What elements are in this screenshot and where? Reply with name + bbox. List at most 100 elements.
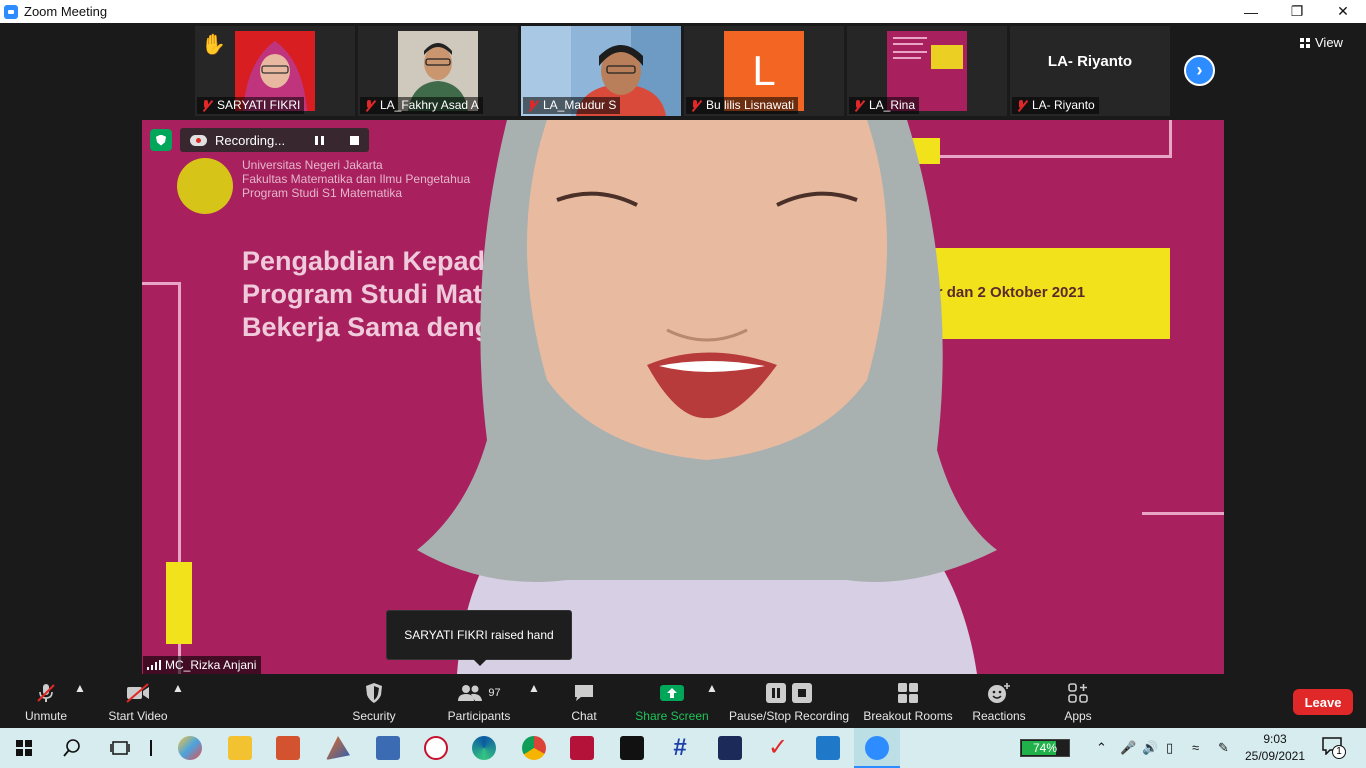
battery-percent: 74%	[1032, 741, 1058, 755]
raised-hand-notification[interactable]: SARYATI FIKRI raised hand	[386, 610, 572, 666]
breakout-rooms-button[interactable]: Breakout Rooms	[863, 681, 953, 723]
audio-options-caret-icon[interactable]: ▲	[74, 681, 86, 695]
speaker-person	[417, 120, 997, 674]
microphone-tray-icon[interactable]: 🎤	[1120, 740, 1136, 756]
paint-app-icon[interactable]	[178, 736, 202, 760]
battery-indicator[interactable]: 74%	[1020, 739, 1070, 757]
share-screen-button[interactable]: Share Screen	[634, 681, 710, 723]
muted-mic-icon	[853, 100, 863, 111]
reactions-smiley-icon	[988, 683, 1010, 703]
speaker-name: MC_Rizka Anjani	[165, 658, 257, 672]
security-label: Security	[352, 709, 396, 723]
view-button[interactable]: View	[1300, 35, 1343, 50]
windows-taskbar: # ✓	[0, 728, 1366, 768]
muted-mic-icon	[364, 100, 374, 111]
chat-button[interactable]: Chat	[566, 681, 602, 723]
video-player-icon[interactable]	[816, 736, 840, 760]
mendeley-icon[interactable]	[570, 736, 594, 760]
reactions-label: Reactions	[972, 709, 1026, 723]
participant-tile[interactable]: LA_Maudur S	[521, 26, 681, 116]
notifications-button[interactable]: 1	[1322, 737, 1346, 759]
start-video-button[interactable]: Start Video	[104, 681, 172, 723]
speaker-name-label: MC_Rizka Anjani	[143, 656, 262, 674]
share-options-caret-icon[interactable]: ▲	[706, 681, 718, 695]
edge-browser-icon[interactable]	[472, 736, 496, 760]
powerpoint-icon[interactable]	[276, 736, 300, 760]
leave-button[interactable]: Leave	[1293, 689, 1353, 715]
participants-icon	[458, 685, 483, 701]
university-logo	[177, 158, 233, 214]
search-icon[interactable]	[62, 738, 82, 758]
recording-label: Recording...	[215, 132, 286, 148]
participant-tile[interactable]: LA_Rina	[847, 26, 1007, 116]
windows-start-icon[interactable]	[16, 740, 32, 756]
participants-options-caret-icon[interactable]: ▲	[528, 681, 540, 695]
slide-decoration	[1142, 512, 1224, 515]
notification-count-badge: 1	[1332, 745, 1346, 759]
wifi-icon[interactable]: ≈	[1192, 740, 1199, 755]
system-clock[interactable]: 9:03 25/09/2021	[1244, 731, 1306, 765]
close-button[interactable]: ✕	[1320, 0, 1366, 23]
hash-app-icon[interactable]: #	[668, 736, 692, 760]
encryption-shield-icon[interactable]	[150, 129, 172, 151]
zoom-taskbar-button[interactable]	[854, 728, 900, 768]
app-icon[interactable]	[376, 736, 400, 760]
clock-time: 9:03	[1263, 732, 1287, 746]
intellij-icon[interactable]	[620, 736, 644, 760]
app-icon[interactable]: ✓	[766, 736, 790, 760]
stop-icon	[792, 683, 812, 703]
breakout-rooms-icon	[898, 683, 918, 703]
video-off-icon	[126, 683, 149, 703]
restore-button[interactable]: ❐	[1274, 0, 1320, 23]
view-label: View	[1315, 35, 1343, 50]
security-button[interactable]: Security	[346, 681, 402, 723]
grid-icon	[1300, 37, 1310, 48]
pause-stop-recording-label: Pause/Stop Recording	[729, 709, 850, 723]
share-screen-icon	[660, 685, 684, 701]
participant-tile[interactable]: ✋ SARYATI FIKRI	[195, 26, 355, 116]
next-page-button[interactable]: ›	[1184, 55, 1215, 86]
zoom-app-icon	[865, 736, 889, 760]
chat-label: Chat	[571, 709, 597, 723]
muted-microphone-icon	[37, 684, 55, 702]
battery-tray-icon[interactable]: ▯	[1166, 740, 1173, 756]
participant-tile[interactable]: LA_Fakhry Asad A	[358, 26, 518, 116]
zoom-window: Zoom Meeting — ❐ ✕ ✋ SARYATI FIKRI LA_Fa…	[0, 0, 1366, 768]
muted-mic-icon	[690, 100, 700, 111]
unmute-button[interactable]: Unmute	[20, 681, 72, 723]
latex-editor-icon[interactable]	[718, 736, 742, 760]
pen-icon[interactable]: ✎	[1218, 740, 1229, 756]
share-screen-label: Share Screen	[635, 709, 709, 723]
participants-button[interactable]: 97 Participants	[444, 681, 514, 723]
show-hidden-icons-chevron-icon[interactable]: ⌃	[1096, 740, 1107, 756]
recording-indicator: Recording...	[150, 128, 370, 152]
pause-stop-recording-button[interactable]: Pause/Stop Recording	[729, 681, 849, 723]
matlab-icon[interactable]	[326, 736, 350, 760]
video-options-caret-icon[interactable]: ▲	[172, 681, 184, 695]
chevron-right-icon: ›	[1196, 60, 1203, 80]
participant-tile[interactable]: LA- Riyanto LA- Riyanto	[1010, 26, 1170, 116]
volume-icon[interactable]: 🔊	[1142, 740, 1158, 756]
taskbar-divider	[150, 740, 152, 756]
file-explorer-icon[interactable]	[228, 736, 252, 760]
reactions-button[interactable]: Reactions	[970, 681, 1028, 723]
title-bar: Zoom Meeting — ❐ ✕	[0, 0, 1366, 23]
participant-tile[interactable]: L Bu lilis Lisnawati	[684, 26, 844, 116]
participant-name: SARYATI FIKRI	[217, 98, 301, 112]
stop-recording-icon[interactable]	[350, 135, 360, 145]
snipping-tool-icon[interactable]	[424, 736, 448, 760]
zoom-logo-icon	[4, 4, 18, 19]
chrome-browser-icon[interactable]	[522, 736, 546, 760]
signal-strength-icon	[147, 660, 161, 670]
window-title: Zoom Meeting	[24, 4, 108, 19]
apps-label: Apps	[1064, 709, 1092, 723]
minimize-button[interactable]: —	[1228, 0, 1274, 23]
task-view-icon[interactable]	[110, 738, 130, 758]
apps-icon	[1068, 683, 1088, 703]
pause-recording-icon[interactable]	[315, 135, 325, 145]
cloud-recording-icon	[190, 134, 207, 146]
security-shield-icon	[366, 683, 382, 703]
meeting-toolbar: Unmute ▲ Start Video ▲ Security 97 Parti…	[0, 675, 1366, 728]
participant-name: LA_Maudur S	[543, 98, 617, 112]
apps-button[interactable]: Apps	[1060, 681, 1096, 723]
